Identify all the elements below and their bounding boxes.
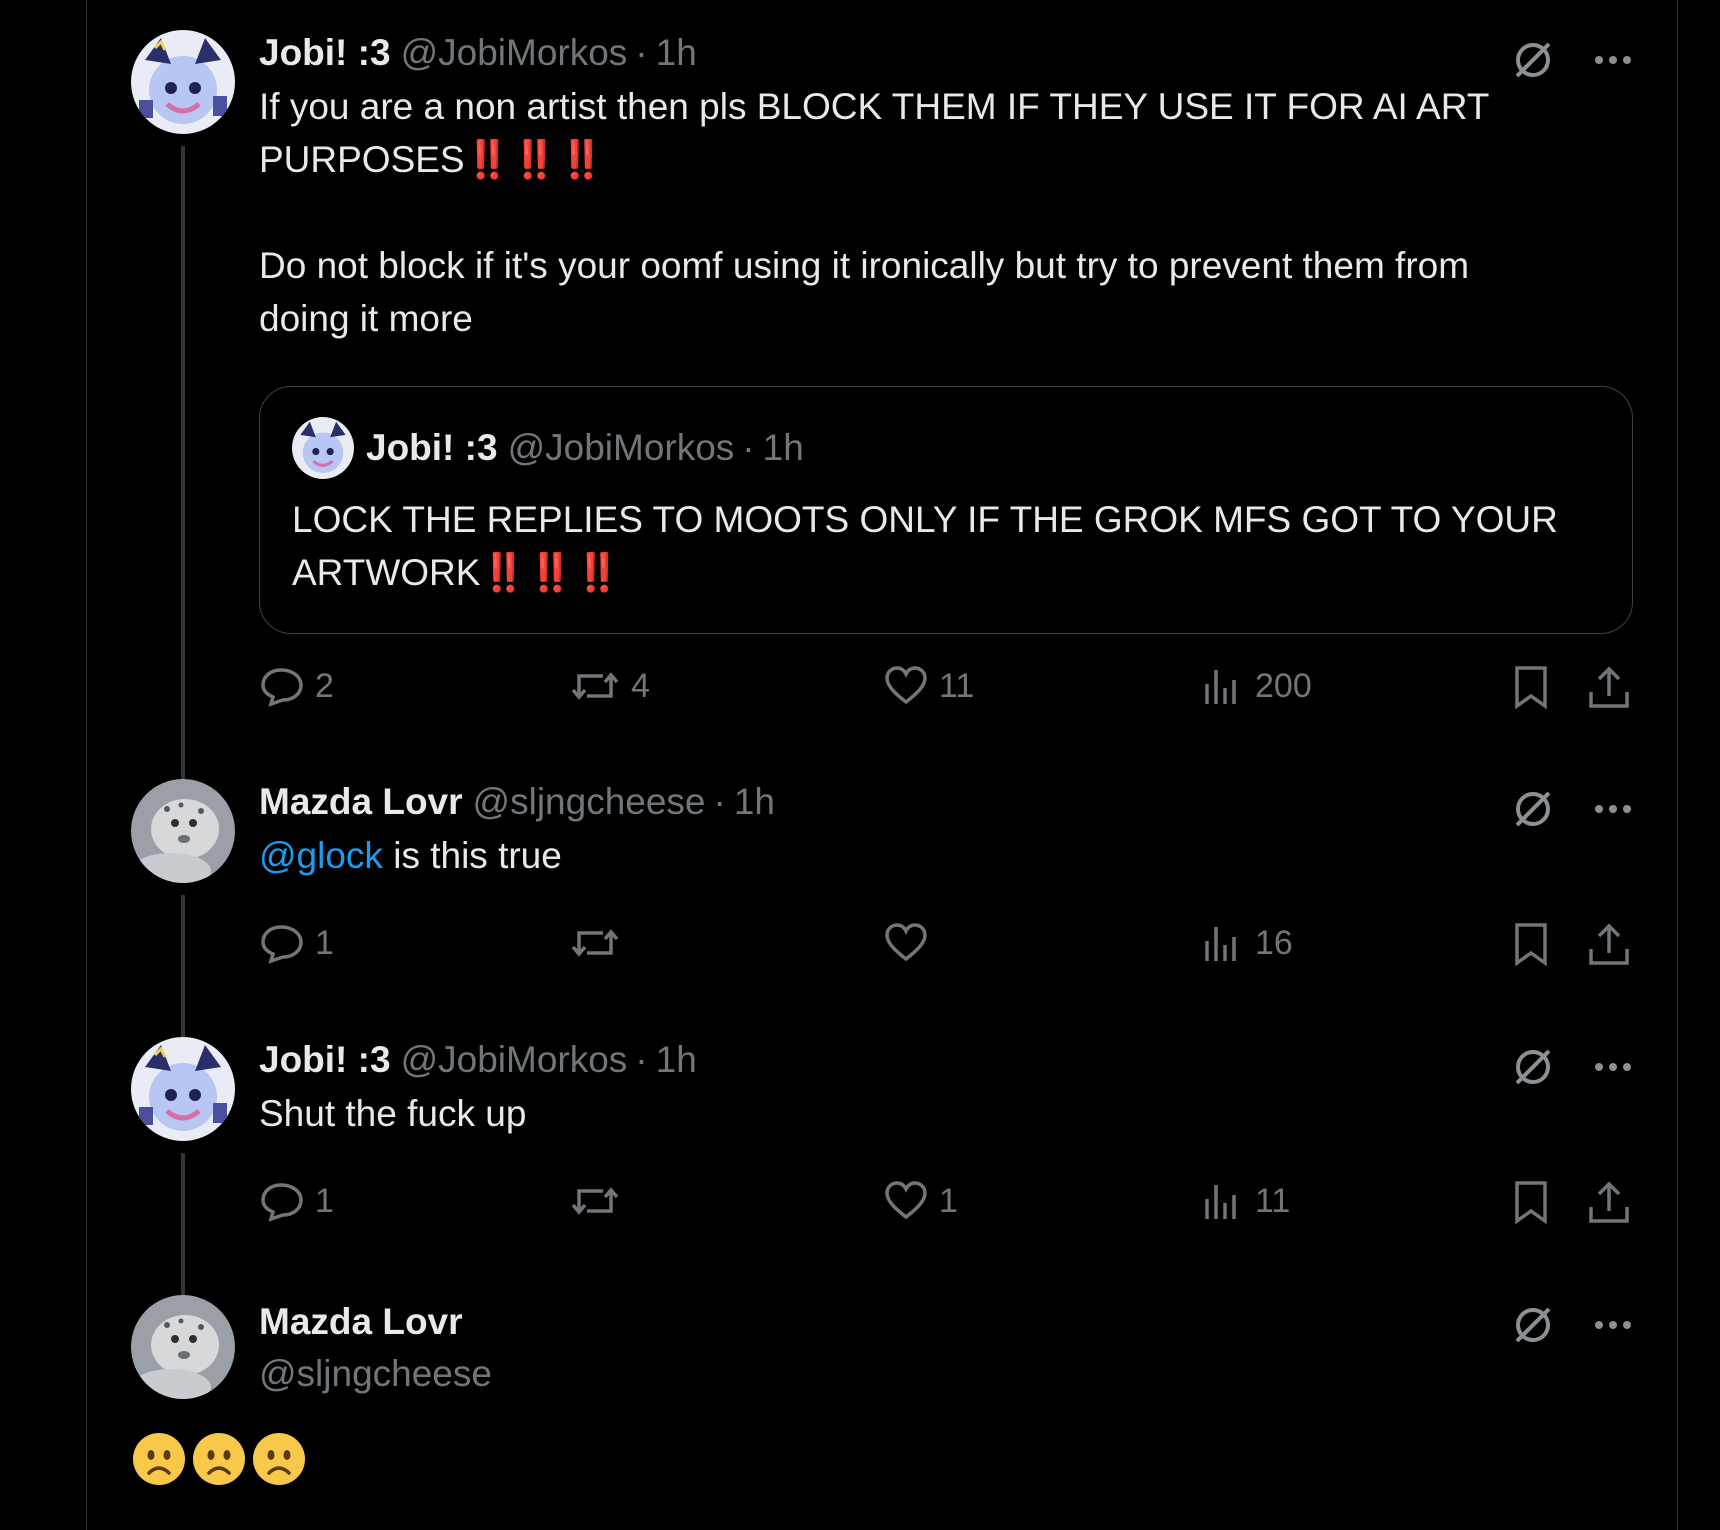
display-name[interactable]: Mazda Lovr bbox=[259, 1299, 463, 1345]
tweet-text: Shut the fuck up bbox=[259, 1093, 527, 1134]
tweet-header: Mazda Lovr @sljngcheese bbox=[259, 1299, 1633, 1397]
more-icon[interactable] bbox=[1593, 803, 1633, 815]
tweet-text-line: If you are a non artist then pls BLOCK T… bbox=[259, 86, 1490, 180]
username[interactable]: @sljngcheese bbox=[259, 1351, 492, 1397]
grok-icon[interactable] bbox=[1511, 38, 1555, 82]
more-icon[interactable] bbox=[1593, 54, 1633, 66]
mention-link[interactable]: @glock bbox=[259, 835, 383, 876]
reply-button[interactable]: 2 bbox=[259, 664, 334, 708]
thread-line bbox=[181, 1271, 185, 1295]
timestamp[interactable]: 1h bbox=[656, 1037, 697, 1083]
tweet-text bbox=[131, 1431, 307, 1492]
repost-button[interactable]: 4 bbox=[569, 664, 650, 708]
tweet[interactable]: Mazda Lovr @sljngcheese · 1h @glock is t… bbox=[87, 755, 1677, 1013]
repost-button[interactable] bbox=[569, 921, 631, 965]
tweet[interactable]: Jobi! :3 @JobiMorkos · 1h Shut the fuck … bbox=[87, 1013, 1677, 1271]
timeline-column: Jobi! :3 @JobiMorkos · 1h If you are a n… bbox=[86, 0, 1678, 1530]
reply-count: 1 bbox=[315, 923, 334, 962]
frowning-face-emoji bbox=[191, 1431, 247, 1492]
quoted-avatar bbox=[292, 417, 354, 479]
more-icon[interactable] bbox=[1593, 1061, 1633, 1073]
separator-dot: · bbox=[635, 32, 648, 73]
double-exclamation-emoji: ‼️‼️‼️ bbox=[464, 139, 606, 180]
frowning-face-emoji bbox=[131, 1431, 187, 1492]
more-icon[interactable] bbox=[1593, 1319, 1633, 1331]
views-count: 200 bbox=[1255, 666, 1312, 705]
like-button[interactable]: 11 bbox=[883, 664, 974, 708]
like-count: 11 bbox=[939, 666, 975, 705]
views-button[interactable]: 16 bbox=[1199, 921, 1293, 965]
grok-icon[interactable] bbox=[1511, 787, 1555, 831]
separator-dot: · bbox=[713, 781, 726, 822]
username[interactable]: @JobiMorkos bbox=[401, 1037, 628, 1083]
tweet-header: Jobi! :3 @JobiMorkos · 1h bbox=[259, 30, 1633, 76]
focused-tweet[interactable]: Mazda Lovr @sljngcheese bbox=[87, 1271, 1677, 1530]
username[interactable]: @JobiMorkos bbox=[401, 30, 628, 76]
reply-count: 1 bbox=[315, 1181, 334, 1220]
tweet-actions: 1 1 11 bbox=[259, 1179, 1633, 1235]
double-exclamation-emoji: ‼️‼️‼️ bbox=[480, 552, 622, 593]
thread-line bbox=[181, 146, 185, 755]
bookmark-button[interactable] bbox=[1511, 921, 1561, 967]
avatar[interactable] bbox=[131, 779, 235, 883]
quoted-display-name: Jobi! :3 bbox=[366, 427, 498, 468]
like-count: 1 bbox=[939, 1181, 958, 1220]
tweet[interactable]: Jobi! :3 @JobiMorkos · 1h If you are a n… bbox=[87, 0, 1677, 755]
views-button[interactable]: 11 bbox=[1199, 1179, 1290, 1223]
timestamp[interactable]: 1h bbox=[734, 779, 775, 825]
views-count: 16 bbox=[1255, 923, 1293, 962]
quoted-username: @JobiMorkos bbox=[507, 427, 735, 468]
thread-line bbox=[181, 1013, 185, 1037]
thread-line bbox=[181, 1153, 185, 1271]
grok-icon[interactable] bbox=[1511, 1045, 1555, 1089]
tweet-text-body: is this true bbox=[382, 835, 562, 876]
quoted-tweet-header: Jobi! :3 @JobiMorkos · 1h bbox=[292, 417, 1600, 479]
bookmark-button[interactable] bbox=[1511, 664, 1561, 710]
display-name[interactable]: Mazda Lovr bbox=[259, 779, 463, 825]
like-button[interactable]: 1 bbox=[883, 1179, 958, 1223]
share-button[interactable] bbox=[1587, 664, 1641, 710]
avatar[interactable] bbox=[131, 30, 235, 134]
bookmark-button[interactable] bbox=[1511, 1179, 1561, 1225]
share-button[interactable] bbox=[1587, 1179, 1641, 1225]
timestamp[interactable]: 1h bbox=[656, 30, 697, 76]
reply-count: 2 bbox=[315, 666, 334, 705]
quoted-tweet-text: LOCK THE REPLIES TO MOOTS ONLY IF THE GR… bbox=[292, 493, 1600, 599]
tweet-text-paragraph: Do not block if it's your oomf using it … bbox=[259, 245, 1470, 339]
like-button[interactable] bbox=[883, 921, 939, 965]
grok-icon[interactable] bbox=[1511, 1303, 1555, 1347]
tweet-text: @glock is this true bbox=[259, 829, 1633, 882]
views-count: 11 bbox=[1255, 1181, 1291, 1220]
tweet-text: If you are a non artist then pls BLOCK T… bbox=[259, 80, 1633, 186]
separator-dot: · bbox=[742, 427, 755, 468]
repost-button[interactable] bbox=[569, 1179, 631, 1223]
tweet-actions: 1 16 bbox=[259, 921, 1633, 977]
username[interactable]: @sljngcheese bbox=[473, 779, 706, 825]
tweet-header: Mazda Lovr @sljngcheese · 1h bbox=[259, 779, 1633, 825]
thread-line bbox=[181, 755, 185, 779]
display-name[interactable]: Jobi! :3 bbox=[259, 30, 391, 76]
tweet-actions: 2 4 11 200 bbox=[259, 664, 1633, 720]
quoted-tweet[interactable]: Jobi! :3 @JobiMorkos · 1h LOCK THE REPLI… bbox=[259, 386, 1633, 634]
reply-button[interactable]: 1 bbox=[259, 921, 334, 965]
share-button[interactable] bbox=[1587, 921, 1641, 967]
avatar[interactable] bbox=[131, 1037, 235, 1141]
separator-dot: · bbox=[635, 1039, 648, 1080]
tweet-header: Jobi! :3 @JobiMorkos · 1h bbox=[259, 1037, 1633, 1083]
reply-button[interactable]: 1 bbox=[259, 1179, 334, 1223]
frowning-face-emoji bbox=[251, 1431, 307, 1492]
thread-line bbox=[181, 895, 185, 1013]
views-button[interactable]: 200 bbox=[1199, 664, 1312, 708]
quoted-timestamp: 1h bbox=[762, 427, 804, 468]
avatar[interactable] bbox=[131, 1295, 235, 1399]
repost-count: 4 bbox=[631, 666, 650, 705]
display-name[interactable]: Jobi! :3 bbox=[259, 1037, 391, 1083]
